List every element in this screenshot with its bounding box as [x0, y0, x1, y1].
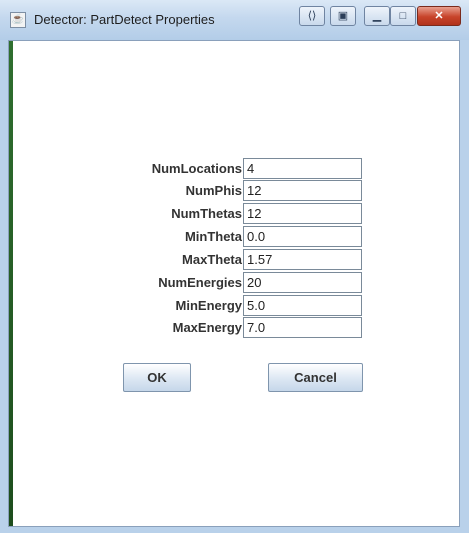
dialog-window: ☕ Detector: PartDetect Properties ⟨⟩ ▣ ▁… [0, 0, 469, 533]
num-thetas-label: NumThetas [171, 206, 242, 221]
properties-panel: NumLocations NumPhis NumThetas MinTheta … [8, 40, 460, 527]
field-row-num-thetas: NumThetas [9, 203, 461, 225]
num-phis-label: NumPhis [185, 183, 242, 198]
close-icon[interactable]: ✕ [417, 6, 461, 26]
restore-icon[interactable]: ▣ [330, 6, 356, 26]
field-row-num-energies: NumEnergies [9, 272, 461, 294]
max-theta-field[interactable] [243, 249, 362, 270]
num-thetas-field[interactable] [243, 203, 362, 224]
window-title: Detector: PartDetect Properties [34, 12, 215, 27]
title-bar[interactable]: ☕ Detector: PartDetect Properties ⟨⟩ ▣ ▁… [0, 0, 469, 40]
maximize-icon[interactable]: □ [390, 6, 416, 26]
min-theta-field[interactable] [243, 226, 362, 247]
max-energy-label: MaxEnergy [172, 320, 242, 335]
cancel-button[interactable]: Cancel [268, 363, 363, 392]
num-energies-field[interactable] [243, 272, 362, 293]
field-row-num-phis: NumPhis [9, 180, 461, 202]
field-row-min-theta: MinTheta [9, 226, 461, 248]
max-energy-field[interactable] [243, 317, 362, 338]
ok-button[interactable]: OK [123, 363, 191, 392]
num-phis-field[interactable] [243, 180, 362, 201]
field-row-max-energy: MaxEnergy [9, 317, 461, 339]
minimize-icon[interactable]: ▁ [364, 6, 390, 26]
num-locations-field[interactable] [243, 158, 362, 179]
max-theta-label: MaxTheta [182, 252, 242, 267]
swap-icon[interactable]: ⟨⟩ [299, 6, 325, 26]
field-row-num-locations: NumLocations [9, 158, 461, 180]
field-row-max-theta: MaxTheta [9, 249, 461, 271]
min-energy-field[interactable] [243, 295, 362, 316]
min-energy-label: MinEnergy [175, 298, 242, 313]
java-app-icon: ☕ [10, 12, 26, 28]
num-locations-label: NumLocations [151, 161, 242, 176]
num-energies-label: NumEnergies [158, 275, 242, 290]
min-theta-label: MinTheta [184, 229, 242, 244]
field-row-min-energy: MinEnergy [9, 295, 461, 317]
